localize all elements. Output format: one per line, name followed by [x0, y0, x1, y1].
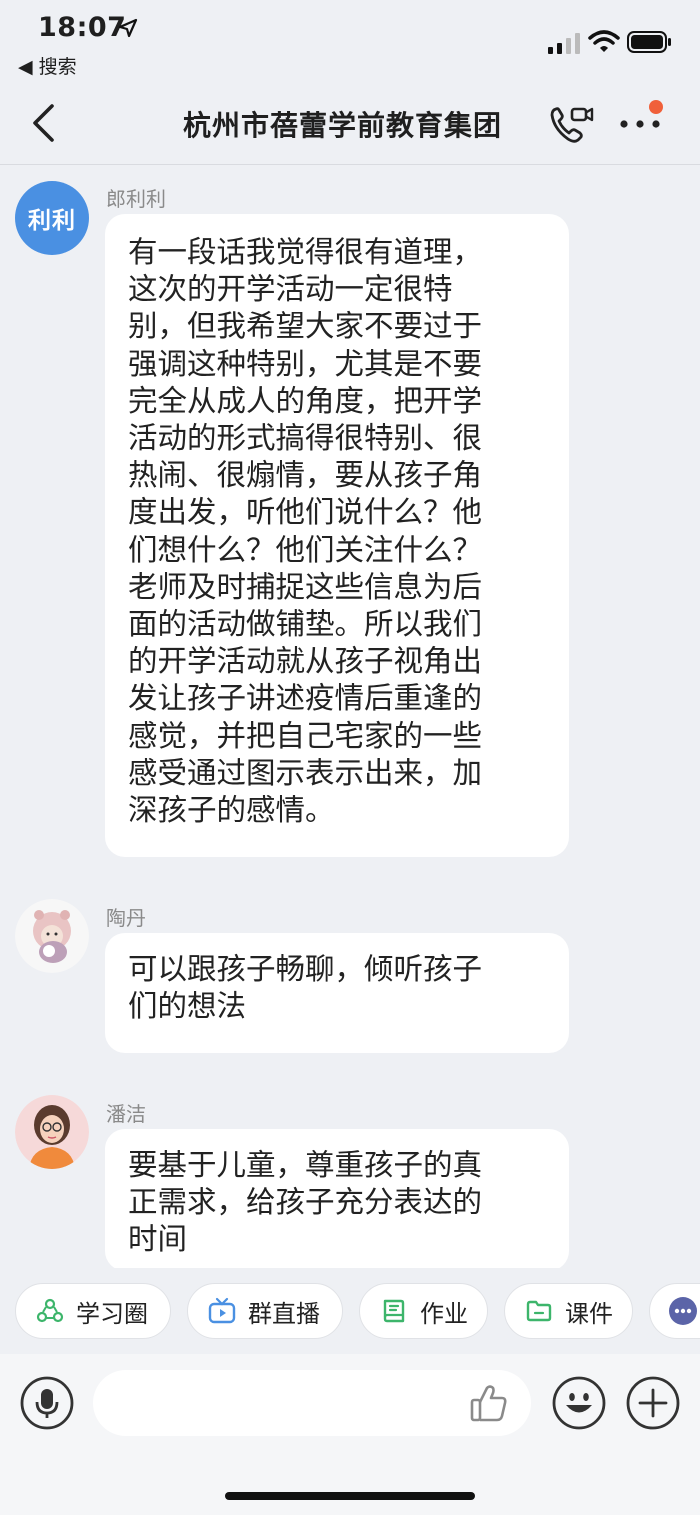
message-line: 热闹、很煽情，要从孩子角 [128, 458, 483, 493]
message-line: 度出发，听他们说什么？他 [128, 495, 483, 530]
microphone-icon[interactable] [20, 1376, 74, 1430]
message-line: 别，但我希望大家不要过于 [128, 309, 483, 344]
study-circle-icon [36, 1298, 64, 1323]
back-chevron-icon[interactable] [30, 103, 56, 143]
message-line: 面的活动做铺垫。所以我们 [128, 607, 483, 642]
chip-label: 学习圈 [76, 1299, 148, 1328]
thumbs-up-icon[interactable] [468, 1382, 510, 1424]
message-line: 有一段话我觉得很有道理， [128, 235, 483, 269]
message-line: 强调这种特别，尤其是不要 [128, 346, 483, 381]
message-line: 活动的形式搞得很特别、很 [128, 421, 483, 456]
message-line: 深孩子的感情。 [128, 793, 335, 828]
message-bubble[interactable]: 要基于儿童，尊重孩子的真 正需求，给孩子充分表达的 时间 [105, 1129, 569, 1271]
sender-name: 郎利利 [106, 187, 166, 211]
chip-label: 课件 [565, 1299, 613, 1328]
chip-label: 作业 [420, 1299, 468, 1328]
message-line: 可以跟孩子畅聊，倾听孩子 [128, 952, 483, 986]
chip-label: 群直播 [248, 1299, 320, 1328]
message-line: 完全从成人的角度，把开学 [128, 383, 483, 418]
notification-badge [649, 100, 663, 114]
more-apps-icon [669, 1297, 697, 1325]
home-indicator [225, 1492, 475, 1500]
sender-name: 潘洁 [106, 1102, 146, 1126]
message-line: 们想什么？他们关注什么？ [128, 532, 483, 567]
message-line: 的开学活动就从孩子视角出 [128, 644, 483, 679]
message-bubble[interactable]: 可以跟孩子畅聊，倾听孩子 们的想法 [105, 933, 569, 1053]
emoji-icon[interactable] [552, 1376, 606, 1430]
homework-book-icon [383, 1299, 405, 1323]
message-line: 们的想法 [128, 989, 247, 1023]
more-options-icon[interactable] [618, 100, 666, 136]
message-input[interactable] [93, 1370, 531, 1436]
cellular-signal-icon [548, 33, 580, 54]
message-bubble[interactable]: 有一段话我觉得很有道理， 这次的开学活动一定很特 别，但我希望大家不要过于 强调… [105, 214, 569, 857]
message-line: 正需求，给孩子充分表达的 [128, 1185, 483, 1219]
message-line: 时间 [128, 1222, 188, 1256]
avatar[interactable] [15, 899, 89, 973]
message-line: 要基于儿童，尊重孩子的真 [128, 1148, 483, 1182]
avatar[interactable] [15, 1095, 89, 1169]
sender-name: 陶丹 [106, 906, 146, 930]
chip-courseware[interactable]: 课件 [504, 1283, 633, 1339]
page-title: 杭州市蓓蕾学前教育集团 [183, 109, 503, 142]
chip-group-live[interactable]: 群直播 [187, 1283, 343, 1339]
message-line: 感受通过图示表示出来，加 [128, 755, 483, 790]
avatar[interactable]: 利利 [15, 181, 89, 255]
wifi-icon [588, 30, 620, 52]
message-line: 这次的开学活动一定很特 [128, 272, 453, 307]
status-time: 18:07 [38, 12, 127, 43]
folder-icon [526, 1300, 552, 1322]
message-line: 老师及时捕捉这些信息为后 [128, 569, 483, 604]
battery-icon [627, 31, 671, 53]
live-tv-icon [208, 1297, 236, 1324]
message-line: 感觉，并把自己宅家的一些 [128, 718, 483, 753]
chip-homework[interactable]: 作业 [359, 1283, 488, 1339]
back-to-search-link[interactable]: ◀ 搜索 [18, 52, 77, 79]
add-more-icon[interactable] [626, 1376, 680, 1430]
header-divider [0, 164, 700, 165]
message-line: 发让孩子讲述疫情后重逢的 [128, 681, 483, 716]
chip-study-circle[interactable]: 学习圈 [15, 1283, 171, 1339]
chip-more[interactable] [649, 1283, 700, 1339]
location-arrow-icon [118, 18, 138, 38]
video-call-icon[interactable] [548, 103, 594, 145]
